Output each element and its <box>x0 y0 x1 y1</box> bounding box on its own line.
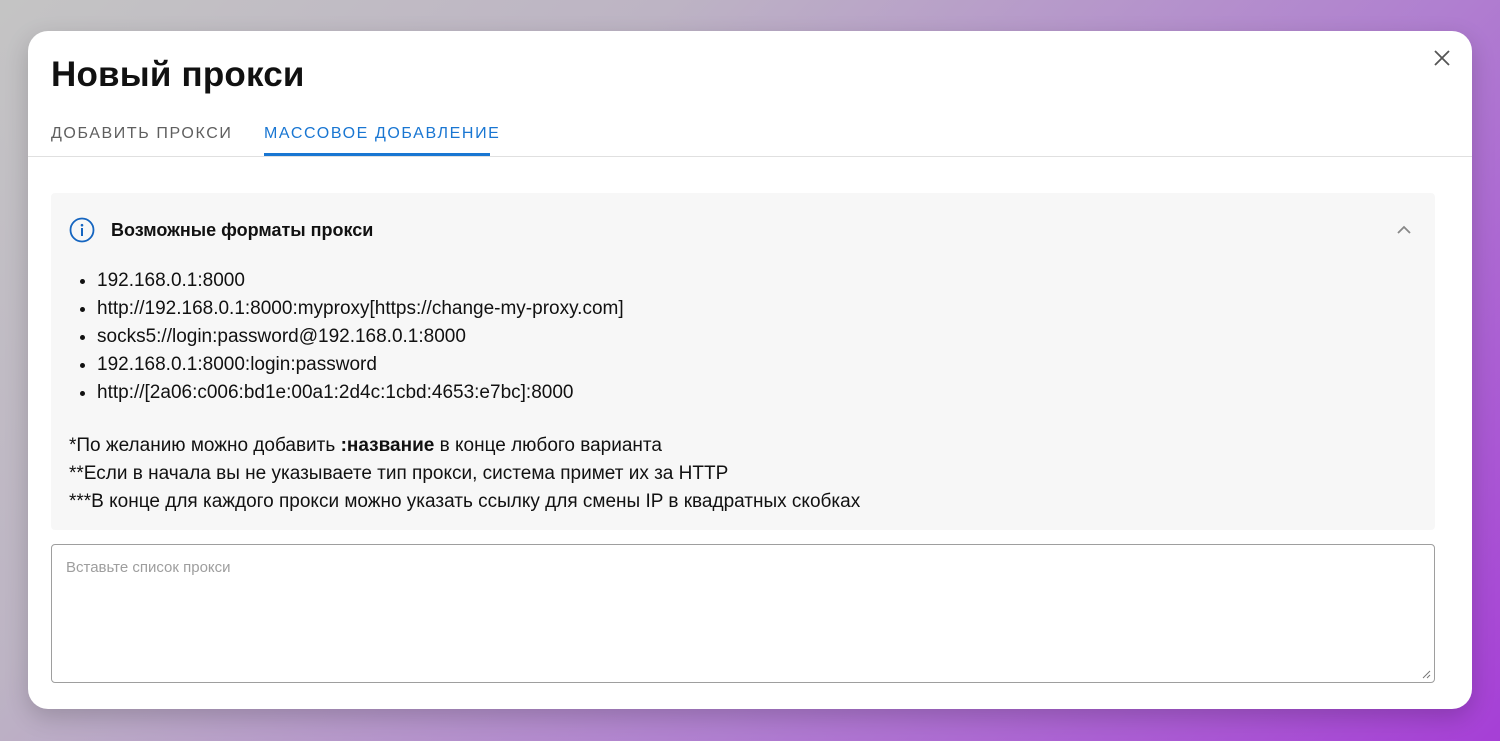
close-icon[interactable] <box>1432 48 1452 68</box>
proxy-formats-list: 192.168.0.1:8000 http://192.168.0.1:8000… <box>77 267 624 407</box>
dialog-title: Новый прокси <box>51 55 305 94</box>
tabs-bar: ДОБАВИТЬ ПРОКСИ МАССОВОЕ ДОБАВЛЕНИЕ <box>28 117 1472 157</box>
note-default-type: **Если в начала вы не указываете тип про… <box>69 463 729 484</box>
info-icon <box>69 217 95 243</box>
proxy-formats-header[interactable]: Возможные форматы прокси <box>69 217 373 243</box>
resize-handle-icon[interactable] <box>1421 669 1431 679</box>
tab-add-proxy[interactable]: ДОБАВИТЬ ПРОКСИ <box>51 125 232 143</box>
note-name-suffix: *По желанию можно добавить :название в к… <box>69 432 860 460</box>
note-1-suffix: в конце любого варианта <box>434 435 662 456</box>
list-item: http://192.168.0.1:8000:myproxy[https://… <box>97 295 624 323</box>
proxy-list-placeholder: Вставьте список прокси <box>66 559 231 576</box>
format-notes: *По желанию можно добавить :название в к… <box>69 432 860 516</box>
chevron-up-icon[interactable] <box>1395 221 1413 239</box>
note-1-bold: :название <box>340 435 435 456</box>
new-proxy-dialog: Новый прокси ДОБАВИТЬ ПРОКСИ МАССОВОЕ ДО… <box>28 31 1472 709</box>
proxy-formats-panel: Возможные форматы прокси 192.168.0.1:800… <box>51 193 1435 530</box>
note-change-ip-link: ***В конце для каждого прокси можно указ… <box>69 491 861 512</box>
list-item: 192.168.0.1:8000 <box>97 267 624 295</box>
list-item: http://[2a06:c006:bd1e:00a1:2d4c:1cbd:46… <box>97 379 624 407</box>
proxy-formats-title: Возможные форматы прокси <box>111 219 374 240</box>
tab-bulk-add[interactable]: МАССОВОЕ ДОБАВЛЕНИЕ <box>264 125 500 143</box>
active-tab-indicator <box>264 153 490 156</box>
note-1-prefix: *По желанию можно добавить <box>69 435 341 456</box>
proxy-list-input[interactable]: Вставьте список прокси <box>51 544 1435 683</box>
list-item: socks5://login:password@192.168.0.1:8000 <box>97 323 624 351</box>
list-item: 192.168.0.1:8000:login:password <box>97 351 624 379</box>
